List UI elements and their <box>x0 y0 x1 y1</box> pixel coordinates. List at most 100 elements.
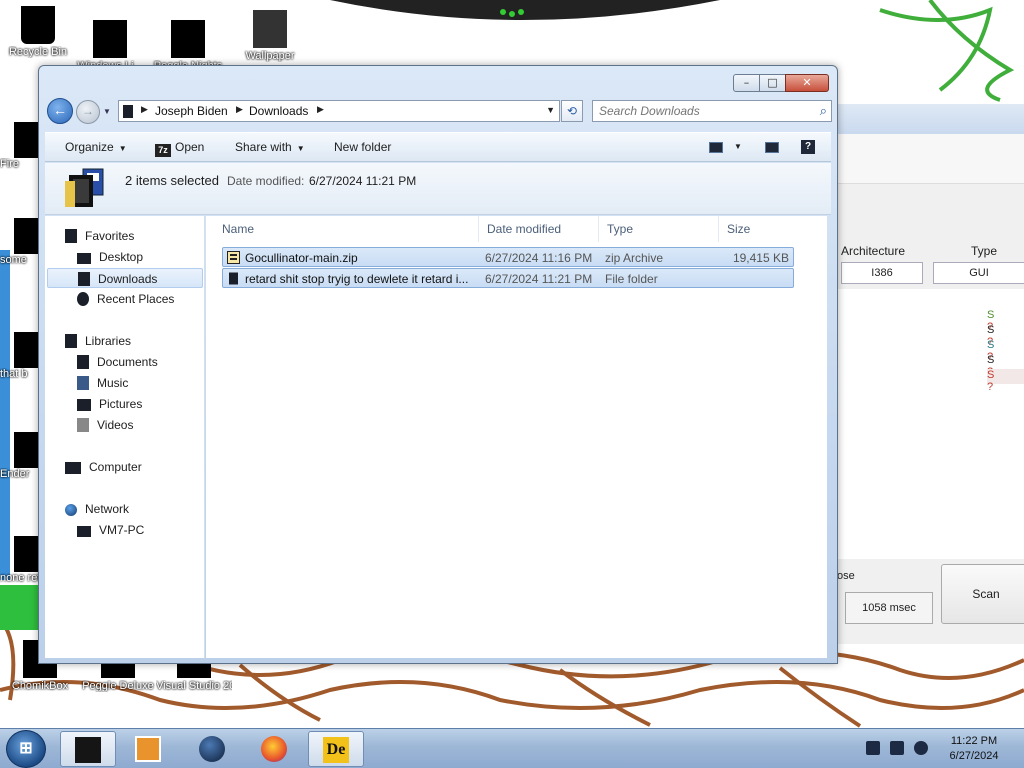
change-view-icon[interactable] <box>709 142 723 153</box>
nav-label: VM7-PC <box>99 523 145 537</box>
nav-label: Music <box>97 376 129 390</box>
navigation-pane[interactable]: Favorites Desktop Downloads Recent Place… <box>45 216 205 658</box>
nav-music[interactable]: Music <box>77 373 128 393</box>
column-header-type[interactable]: Type <box>599 216 719 242</box>
search-input[interactable] <box>593 101 803 121</box>
status-s: S <box>987 339 995 351</box>
desktop-icon-program[interactable]: that b <box>0 332 40 380</box>
view-dropdown-icon[interactable]: ▼ <box>734 142 742 151</box>
list-item[interactable]: S? <box>987 324 1024 348</box>
type-label: Type <box>971 244 998 258</box>
chevron-down-icon: ▼ <box>296 144 305 153</box>
taskbar-app-media-player[interactable] <box>120 731 176 767</box>
forward-button[interactable]: → <box>76 100 100 124</box>
nav-computer[interactable]: Computer <box>65 457 142 477</box>
file-date: 6/27/2024 11:21 PM <box>485 272 593 286</box>
refresh-button[interactable]: ⟲ <box>561 100 583 122</box>
desktop-icon-label: Visual Studio 2015 <box>156 680 232 692</box>
minimize-button[interactable]: – <box>733 74 760 92</box>
background-app-window[interactable]: Architecture Type I386 GUI S? S? S? S? S… <box>836 104 1024 644</box>
list-item[interactable]: S? <box>987 309 1024 333</box>
list-item[interactable]: S? <box>987 339 1024 363</box>
details-header: 2 items selected Date modified: 6/27/202… <box>45 163 831 215</box>
address-dropdown-icon[interactable]: ▼ <box>546 105 555 115</box>
tray-app-icon[interactable] <box>866 741 880 755</box>
scan-button[interactable]: Scan <box>941 564 1024 624</box>
folder-icon <box>229 272 238 285</box>
desktop-icon-program[interactable]: some <box>0 218 40 266</box>
nav-documents[interactable]: Documents <box>77 352 158 372</box>
recent-places-icon <box>77 292 89 306</box>
search-icon[interactable]: ⌕ <box>820 103 827 119</box>
program-icon <box>93 20 127 58</box>
desktop-icon-label: none retards <box>0 572 40 584</box>
downloads-icon <box>78 272 90 286</box>
breadcrumb-downloads[interactable]: Downloads <box>249 104 308 118</box>
search-box[interactable]: ⌕ <box>592 100 832 122</box>
organize-button[interactable]: Organize ▼ <box>65 140 127 154</box>
nav-label: Network <box>85 502 130 516</box>
volume-icon[interactable] <box>914 741 928 755</box>
system-clock[interactable]: 11:22 PM 6/27/2024 <box>934 734 1014 764</box>
nav-pictures[interactable]: Pictures <box>77 394 142 414</box>
file-row[interactable]: retard shit stop tryig to dewlete it ret… <box>222 268 794 288</box>
column-header-name[interactable]: Name <box>214 216 479 242</box>
start-button[interactable]: ⊞ <box>6 730 46 768</box>
desktop-icon-program[interactable]: none retards <box>0 536 40 584</box>
taskbar-app-firefox[interactable] <box>246 731 302 767</box>
nav-network[interactable]: Network <box>65 499 129 519</box>
list-item[interactable]: S? <box>987 369 1024 393</box>
taskbar-app-globe[interactable] <box>184 731 240 767</box>
address-bar[interactable]: ▶ Joseph Biden ▶ Downloads ▶ ▼ <box>118 100 560 122</box>
nav-favorites[interactable]: Favorites <box>65 226 134 246</box>
taskbar: ⊞ De 11:22 PM 6/27/2024 <box>0 728 1024 768</box>
open-button[interactable]: 7z Open <box>155 140 204 157</box>
videos-icon <box>77 418 89 432</box>
breadcrumb-separator-icon[interactable]: ▶ <box>236 104 243 115</box>
status-q: ? <box>987 381 994 393</box>
nav-label: Documents <box>97 355 158 369</box>
type-field[interactable]: GUI <box>933 262 1024 284</box>
new-folder-button[interactable]: New folder <box>334 140 391 154</box>
nav-libraries[interactable]: Libraries <box>65 331 131 351</box>
explorer-window[interactable]: – □ ✕ ← → ▼ ▶ Joseph Biden ▶ Downloads ▶… <box>38 65 838 664</box>
nav-desktop[interactable]: Desktop <box>77 247 143 267</box>
column-header-date-modified[interactable]: Date modified <box>479 216 599 242</box>
navigation-bar: ← → ▼ ▶ Joseph Biden ▶ Downloads ▶ ▼ ⟲ ⌕ <box>45 98 832 124</box>
file-row[interactable]: Gocullinator-main.zip 6/27/2024 11:16 PM… <box>222 247 794 267</box>
nav-recent-places[interactable]: Recent Places <box>77 289 174 309</box>
taskbar-app-de[interactable]: De <box>308 731 364 767</box>
desktop-icon-program[interactable]: Ender <box>0 432 40 480</box>
desktop-icon-label: ChomikBox <box>11 680 69 692</box>
preview-pane-icon[interactable] <box>765 142 779 153</box>
nav-downloads[interactable]: Downloads <box>47 268 203 288</box>
program-icon <box>14 122 40 158</box>
explorer-icon <box>75 737 101 763</box>
status-s: S <box>987 354 995 366</box>
share-with-button[interactable]: Share with ▼ <box>235 140 305 154</box>
desktop-icon-label: some <box>0 254 27 266</box>
desktop-icon-recycle-bin[interactable]: Recycle Bin <box>0 6 76 58</box>
history-dropdown-icon[interactable]: ▼ <box>103 107 111 116</box>
file-list[interactable]: Name Date modified Type Size Gocullinato… <box>206 216 827 658</box>
nav-videos[interactable]: Videos <box>77 415 133 435</box>
background-app-titlebar <box>837 104 1024 134</box>
architecture-field[interactable]: I386 <box>841 262 923 284</box>
breadcrumb-separator-icon[interactable]: ▶ <box>317 104 324 115</box>
maximize-button[interactable]: □ <box>759 74 786 92</box>
nav-label: Computer <box>89 460 142 474</box>
status-s: S <box>987 309 995 321</box>
back-button[interactable]: ← <box>47 98 73 124</box>
nav-vm7-pc[interactable]: VM7-PC <box>77 520 144 540</box>
help-icon[interactable]: ? <box>801 140 815 154</box>
desktop-icon-program[interactable]: Wallpaper <box>232 10 308 62</box>
close-button[interactable]: ✕ <box>785 74 829 92</box>
taskbar-app-explorer[interactable] <box>60 731 116 767</box>
network-status-icon[interactable] <box>890 741 904 755</box>
breadcrumb-joseph-biden[interactable]: Joseph Biden <box>155 104 228 118</box>
desktop-icon-program[interactable]: Fire <box>0 122 40 170</box>
file-name: Gocullinator-main.zip <box>245 251 358 265</box>
column-header-size[interactable]: Size <box>719 216 799 242</box>
list-item[interactable]: S? <box>987 354 1024 378</box>
7zip-icon: 7z <box>155 144 171 157</box>
